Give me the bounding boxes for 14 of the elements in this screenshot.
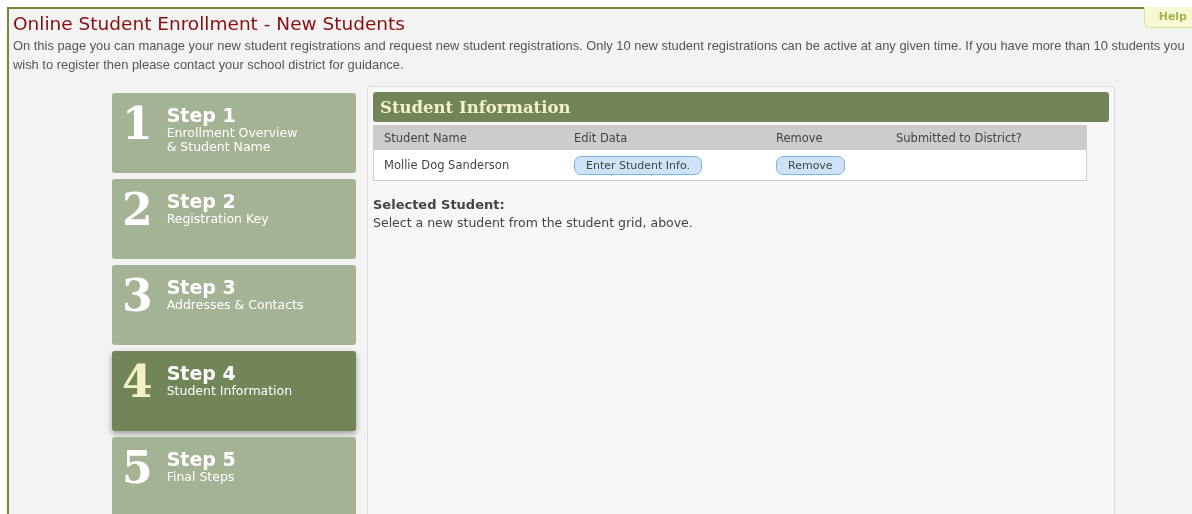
- page-title: Online Student Enrollment - New Students: [13, 12, 405, 36]
- selected-student-heading: Selected Student:: [373, 197, 506, 212]
- help-tab[interactable]: Help: [1143, 7, 1192, 28]
- selected-student-hint: Select a new student from the student grid, above.: [373, 215, 694, 230]
- enter-info-button[interactable]: Enter Student Info.: [574, 155, 702, 175]
- description-text: wish to register then please contact your school district for guidance.: [13, 56, 404, 74]
- section-title: Student Information: [380, 97, 571, 117]
- remove-button[interactable]: Remove: [776, 155, 845, 175]
- description-text: On this page you can manage your new student registrations and request new student registrations. Only 10 new student registrations can be active at any given time. If you have more than 10 students you: [13, 37, 1185, 55]
- column-header: Submitted to District?: [886, 125, 1087, 150]
- column-header: Edit Data: [564, 125, 766, 150]
- column-header: Student Name: [373, 125, 564, 150]
- table-cell: Mollie Dog Sanderson: [373, 150, 564, 181]
- column-header: Remove: [766, 125, 886, 150]
